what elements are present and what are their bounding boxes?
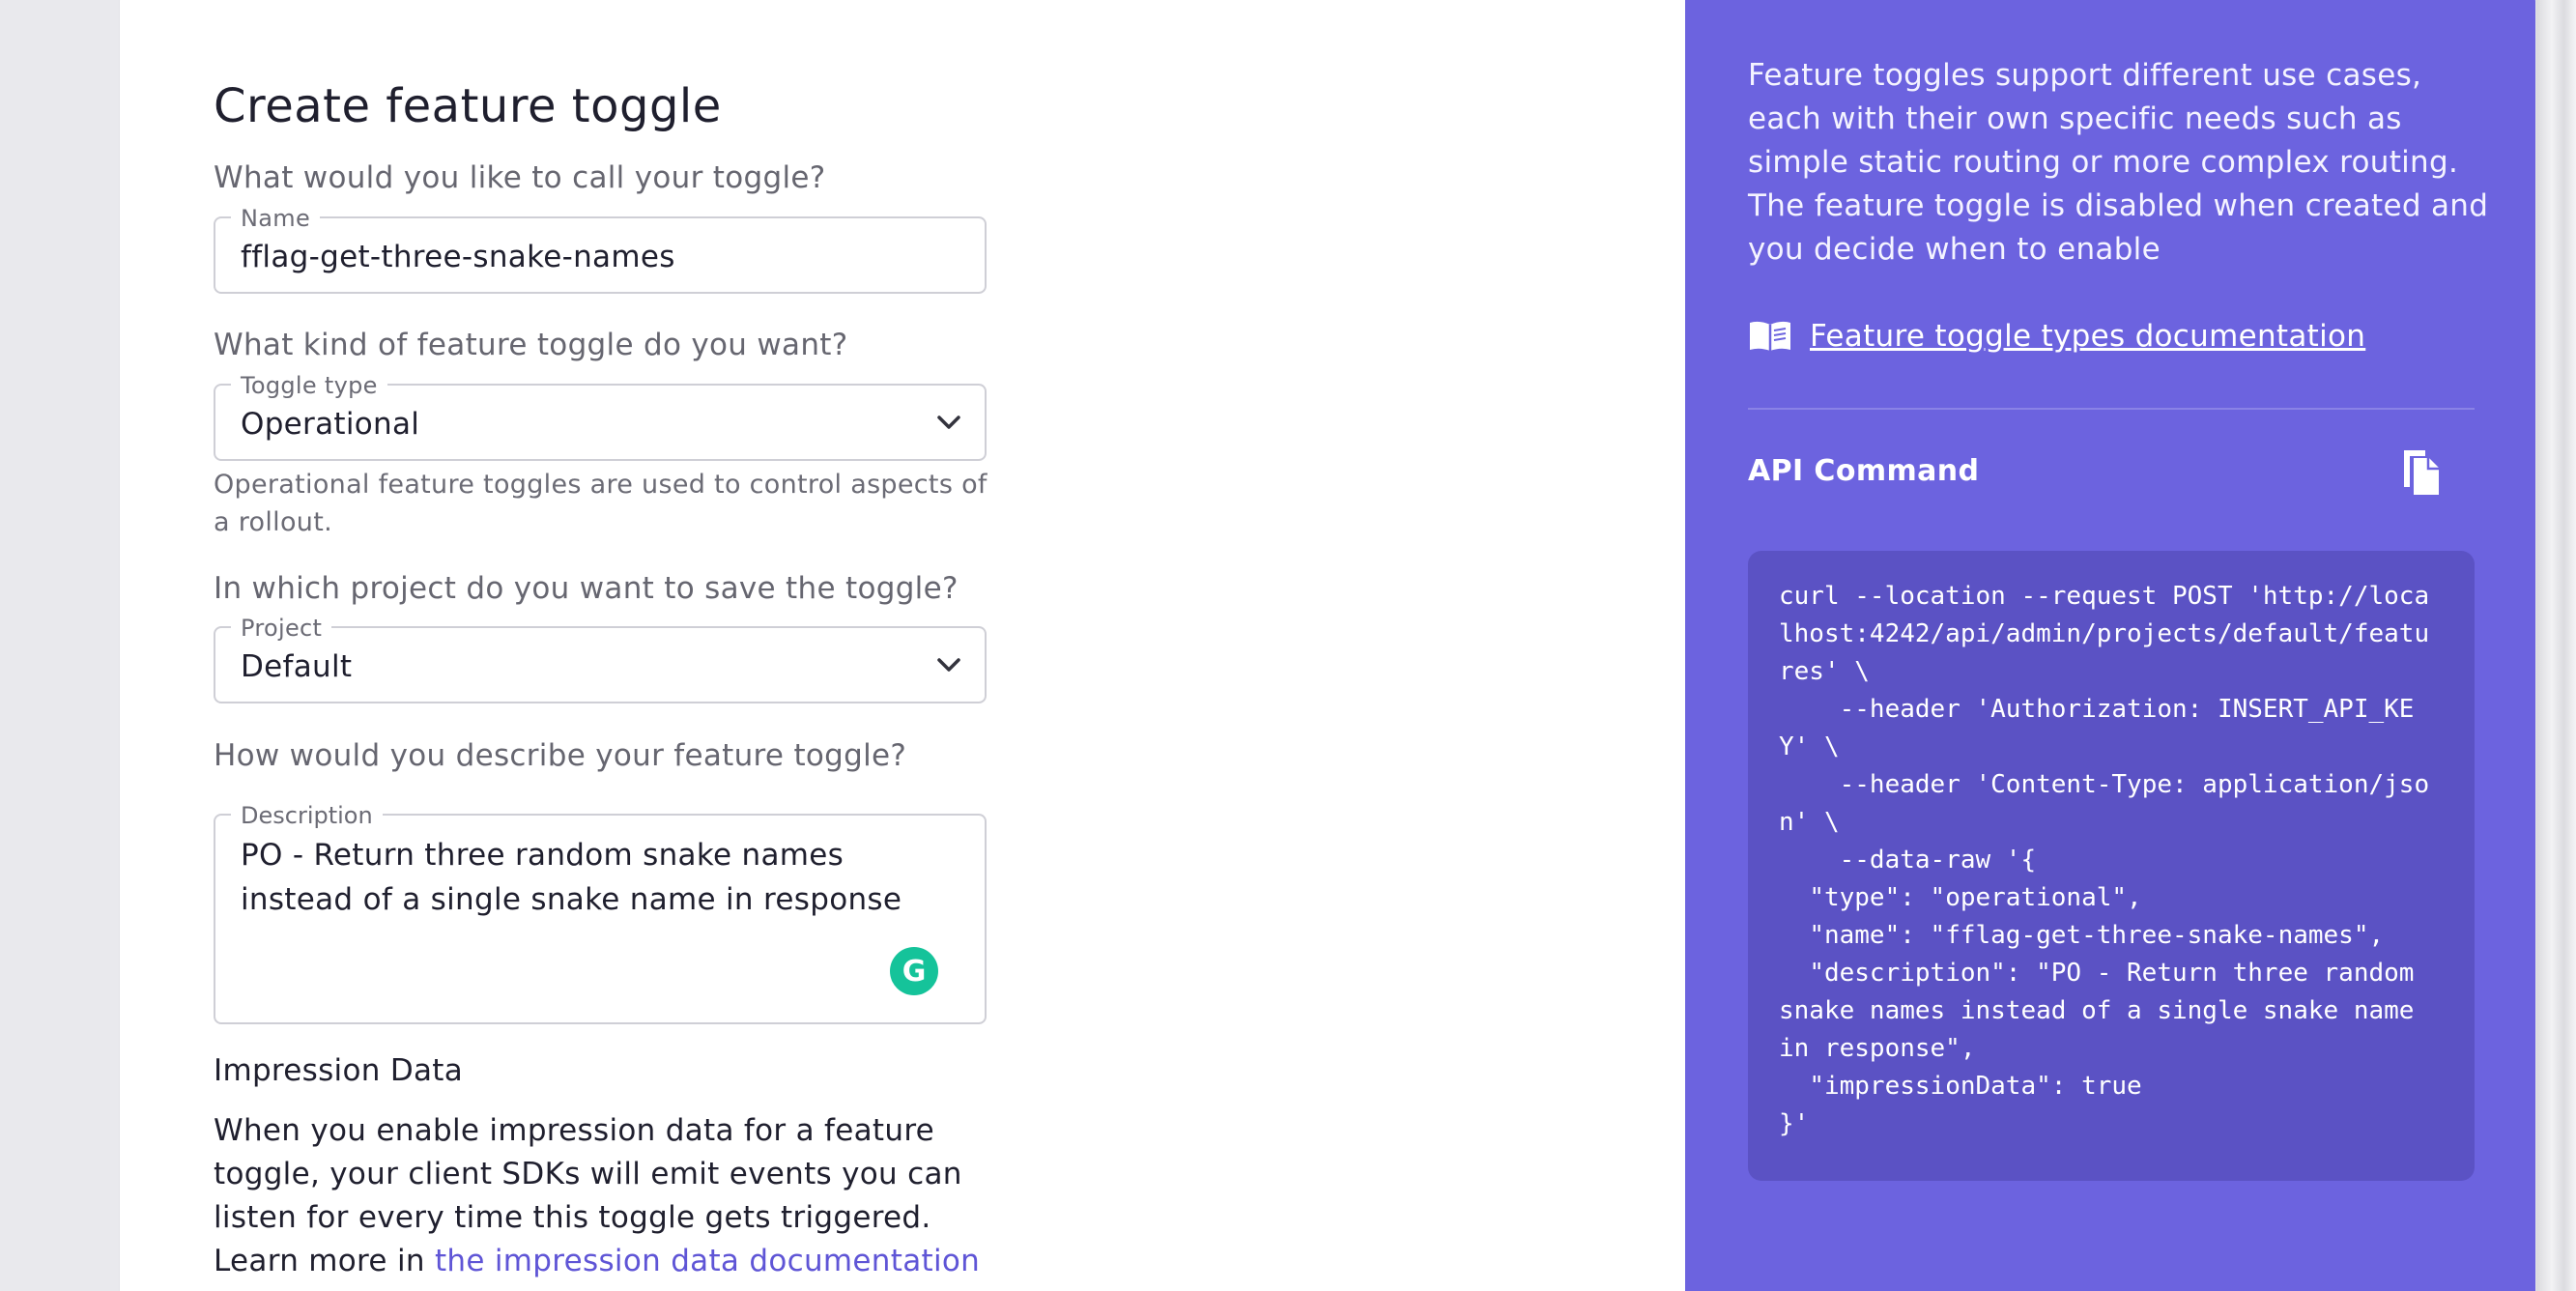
description-textarea[interactable]: Description PO - Return three random sna… (214, 802, 987, 1024)
description-question: How would you describe your feature togg… (214, 738, 907, 773)
doc-link-text: Feature toggle types documentation (1810, 319, 2366, 354)
api-command-code[interactable]: curl --location --request POST 'http://l… (1748, 551, 2475, 1181)
copy-icon[interactable] (2400, 448, 2441, 497)
toggle-type-select[interactable]: Toggle type Operational (214, 372, 987, 461)
name-legend: Name (231, 205, 321, 232)
project-select[interactable]: Project Default (214, 615, 987, 703)
api-command-label: API Command (1748, 454, 1980, 488)
project-legend: Project (231, 615, 332, 642)
grammarly-icon[interactable]: G (890, 947, 938, 995)
name-question: What would you like to call your toggle? (214, 160, 826, 195)
type-legend: Toggle type (231, 372, 387, 399)
description-legend: Description (231, 802, 383, 829)
grammarly-letter: G (902, 954, 927, 989)
chevron-down-icon (937, 658, 960, 672)
sidebar-divider (1748, 408, 2475, 410)
background-edge (2535, 0, 2576, 1291)
name-value: fflag-get-three-snake-names (241, 240, 675, 274)
description-value: PO - Return three random snake names ins… (241, 838, 902, 917)
sidebar-panel: Feature toggles support different use ca… (1685, 0, 2535, 1291)
book-icon (1750, 321, 1790, 351)
impression-docs-link[interactable]: the impression data documentation (435, 1244, 980, 1278)
type-question: What kind of feature toggle do you want? (214, 328, 848, 362)
chevron-down-icon (937, 416, 960, 429)
sidebar-description: Feature toggles support different use ca… (1748, 58, 2489, 267)
page-title: Create feature toggle (214, 79, 722, 133)
type-value: Operational (241, 407, 420, 442)
project-question: In which project do you want to save the… (214, 571, 959, 606)
impression-data-title: Impression Data (214, 1053, 464, 1088)
toggle-types-doc-link[interactable]: Feature toggle types documentation (1748, 319, 2365, 354)
create-toggle-card: Create feature toggle What would you lik… (120, 0, 2535, 1291)
name-field[interactable]: Name fflag-get-three-snake-names (214, 205, 987, 294)
impression-data-body: When you enable impression data for a fe… (214, 1109, 987, 1283)
type-helper-text: Operational feature toggles are used to … (214, 470, 987, 537)
project-value: Default (241, 649, 353, 684)
